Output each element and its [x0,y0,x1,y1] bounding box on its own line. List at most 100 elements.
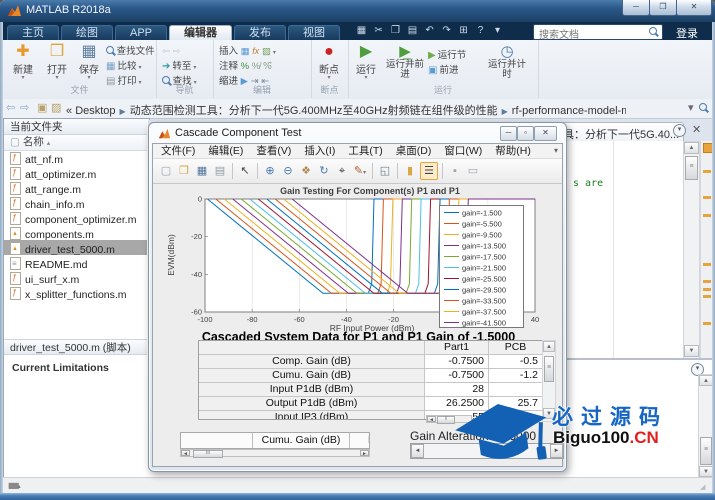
tab-发布[interactable]: 发布 [234,25,286,41]
cut-icon[interactable]: ✂ [371,24,386,38]
editor-close-icon[interactable]: ✕ [692,123,701,136]
open-file-icon[interactable]: ❒ [176,163,192,179]
switch-window-icon[interactable]: ⊞ [456,24,471,38]
file-row[interactable]: README.md [4,255,147,270]
tab-APP[interactable]: APP [115,25,167,41]
analyzer-marker[interactable] [703,322,711,325]
back-forward-buttons[interactable]: ⇦ ⇨ [162,44,212,59]
comment-button[interactable]: 注释 % %̸ %⃗ [219,59,309,74]
new-figure-icon[interactable]: ▢ [158,163,174,179]
bottom-table[interactable]: Cumu. Gain (dB) Input [180,432,370,449]
analyzer-marker[interactable] [703,214,711,217]
file-row[interactable]: att_nf.m [4,150,147,165]
menu-item[interactable]: 查看(V) [256,144,291,158]
open-button[interactable]: ❒打开▾ [41,43,73,81]
data-cursor-icon[interactable]: ⌖ [334,163,350,179]
scroll-thumb[interactable]: ⦀⦀ [193,450,223,458]
scroll-up-icon[interactable]: ▲ [684,142,699,154]
statusbar-grip-icon[interactable]: ▮▮▮▮▴ [8,481,21,490]
compare-button[interactable]: ▦比较▾ [106,59,156,74]
file-row[interactable]: driver_test_5000.m [4,240,147,255]
dialog-maximize-button[interactable]: ▫ [517,126,534,141]
zoom-in-icon[interactable]: ⊕ [262,163,278,179]
address-search-icon[interactable] [699,103,707,111]
file-row[interactable]: att_range.m [4,180,147,195]
menu-overflow-icon[interactable]: ▾ [554,146,558,155]
analyzer-marker[interactable] [703,280,711,283]
tab-主页[interactable]: 主页 [7,25,59,41]
menu-item[interactable]: 桌面(D) [396,144,432,158]
hide-plot-tools-icon[interactable]: ▪ [447,163,463,179]
undo-icon[interactable]: ↶ [422,24,437,38]
search-icon[interactable] [649,27,657,35]
dialog-close-button[interactable]: ✕ [534,126,557,141]
dialog-minimize-button[interactable]: ─ [500,126,517,141]
advance-button[interactable]: ▣前进 [428,63,484,78]
scroll-up-icon[interactable]: ▲ [543,341,555,352]
colorbar-icon[interactable]: ▮ [402,163,418,179]
analyzer-marker[interactable] [703,170,711,173]
run-section-button[interactable]: ▶运行节 [428,48,484,63]
menu-item[interactable]: 帮助(H) [495,144,531,158]
scroll-left-icon[interactable]: ◄ [181,450,190,456]
file-row[interactable]: component_optimizer.m [4,210,147,225]
plot-legend[interactable]: gain=-1.500gain=-5.500gain=-9.500gain=-1… [439,205,524,328]
file-details-header[interactable]: driver_test_5000.m (脚本) [4,339,147,355]
analyzer-marker[interactable] [703,288,711,291]
file-row[interactable]: chain_info.m [4,195,147,210]
tab-视图[interactable]: 视图 [288,25,340,41]
breadcrumb-item[interactable]: rf-performance-model-master [512,105,626,117]
file-row[interactable]: components.m [4,225,147,240]
show-plot-tools-icon[interactable]: ▭ [465,163,481,179]
run-advance-button[interactable]: ▶̲运行并前进 [386,43,424,80]
breadcrumb[interactable]: « Desktop▶动态范围检测工具：分析下一代5G.400MHz至40GHz射… [66,102,626,118]
new-button[interactable]: ✚新建▾ [7,43,39,81]
breadcrumb-item[interactable]: 动态范围检测工具：分析下一代5G.400MHz至40GHz射频链在组件级的性能 [130,105,498,117]
close-button[interactable]: ✕ [676,0,712,16]
rotate-3d-icon[interactable]: ↻ [316,163,332,179]
doc-search-box[interactable] [533,24,663,40]
browse-folder-icon[interactable]: ▨ [51,101,61,114]
menu-item[interactable]: 插入(I) [304,144,335,158]
print-figure-icon[interactable]: ▤ [212,163,228,179]
resize-grip-icon[interactable]: ◢ [700,483,705,491]
run-time-button[interactable]: ◷运行并计时 [488,43,526,80]
nav-back-icon[interactable]: ⇦ [6,101,15,114]
minimize-button[interactable]: ─ [622,0,650,16]
scroll-thumb[interactable]: ≡ [685,156,698,180]
editor-actions-icon[interactable]: ▾ [673,124,686,137]
scroll-down-icon[interactable]: ▼ [684,345,699,357]
menu-item[interactable]: 工具(T) [348,144,382,158]
save-figure-icon[interactable]: ▦ [194,163,210,179]
menu-item[interactable]: 文件(F) [161,144,195,158]
scroll-thumb[interactable]: ≡ [544,356,554,382]
scroll-left-icon[interactable]: ◄ [427,416,436,422]
tab-绘图[interactable]: 绘图 [61,25,113,41]
breadcrumb-item[interactable]: Desktop [75,105,115,117]
legend-toggle-icon[interactable]: ☰ [420,162,438,180]
analyzer-marker[interactable] [703,263,711,266]
run-button[interactable]: ▶运行▾ [350,43,382,81]
maximize-button[interactable]: ❐ [649,0,677,16]
paste-icon[interactable]: ▤ [405,24,420,38]
find-files-button[interactable]: 查找文件 [106,44,156,59]
editor-vscrollbar[interactable]: ▲ ≡ ▼ [683,141,700,360]
table-cell-part1[interactable]: -0.7500 [425,355,489,369]
pointer-icon[interactable]: ↖ [237,163,253,179]
tab-编辑器[interactable]: 编辑器 [169,25,232,41]
zoom-out-icon[interactable]: ⊖ [280,163,296,179]
table-cell-pcb[interactable]: -1.2 [489,369,543,383]
breakpoints-button[interactable]: ●断点▾ [313,43,345,81]
quickbar-dropdown-icon[interactable]: ▾ [490,24,505,38]
login-button[interactable]: 登录 [676,25,698,41]
up-folder-icon[interactable]: ▣ [37,101,47,114]
copy-icon[interactable]: ❐ [388,24,403,38]
address-dropdown-icon[interactable]: ▾ [688,101,694,114]
slider-left-icon[interactable]: ◄ [411,444,424,458]
file-row[interactable]: x_splitter_functions.m [4,285,147,300]
help-icon[interactable]: ? [473,24,488,38]
scroll-right-icon[interactable]: ► [360,450,369,456]
link-plot-icon[interactable]: ◱ [377,163,393,179]
menu-item[interactable]: 窗口(W) [444,144,482,158]
file-row[interactable]: ui_surf_x.m [4,270,147,285]
